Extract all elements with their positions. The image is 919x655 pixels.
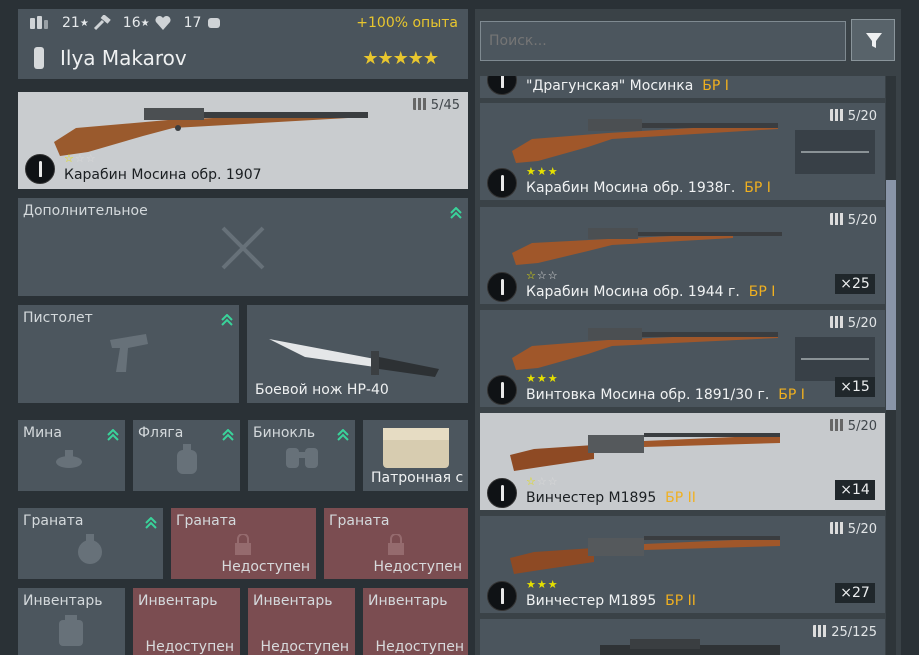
quality-stars: ★★★ (526, 372, 559, 385)
weapon-list-item[interactable]: 5/20 ☆☆☆ Карабин Мосина обр. 1944 г. БР … (480, 207, 885, 304)
battle-rating: БР I (778, 387, 805, 403)
quantity-badge: ×14 (835, 480, 875, 500)
quality-stars: ☆☆☆ (526, 269, 559, 282)
weapon-list-item[interactable]: 25/125 (480, 619, 885, 655)
fist-icon (208, 18, 221, 28)
rifle-image (510, 536, 780, 574)
weapon-list-item[interactable]: "Драгунская" Мосинка БР I (480, 76, 885, 98)
soldier-header: 21 ★ 16 ★ 17 +100% опыта Ilya Makarov ★★★★… (18, 9, 468, 79)
quantity-badge: ×27 (835, 583, 875, 603)
weapon-list-item-selected[interactable]: 5/20 ☆☆☆ Винчестер M1895 БР II ×14 (480, 413, 885, 510)
bayonet-mod-thumbnail (795, 337, 875, 381)
soldier-icon (34, 47, 44, 69)
ammo-count: 5/20 (829, 522, 877, 537)
ammo-value: 5/20 (847, 213, 877, 228)
quality-stars: ★★★ (526, 165, 559, 178)
weapon-name-line: Карабин Мосина обр. 1944 г. БР I (526, 284, 775, 300)
ammo-icon (30, 16, 48, 29)
quality-stars: ★★★ (526, 578, 559, 591)
bayonet-mod-thumbnail (795, 130, 875, 174)
hammer-icon (93, 15, 111, 31)
quantity-badge: ×25 (835, 274, 875, 294)
bullet-icon (487, 168, 517, 198)
heart-icon (155, 15, 171, 30)
weapon-name: Винчестер M1895 (526, 593, 657, 609)
weapon-name-line: "Драгунская" Мосинка БР I (526, 78, 729, 94)
bullet-icon (487, 478, 517, 508)
smg-image (600, 639, 780, 655)
battle-rating: БР I (744, 180, 771, 196)
quality-stars: ☆☆☆ (526, 475, 559, 488)
battle-rating: БР I (702, 78, 729, 94)
exp-bonus: +100% опыта (356, 15, 458, 31)
ammo-count: 5/20 (829, 213, 877, 228)
ammo-value: 25/125 (831, 625, 877, 640)
weapon-name: Винтовка Мосина обр. 1891/30 г. (526, 387, 770, 403)
bullet-icon (487, 581, 517, 611)
ammo-value: 5/20 (847, 419, 877, 434)
weapon-list-item[interactable]: 5/20 ★★★ Винтовка Мосина обр. 1891/30 г.… (480, 310, 885, 407)
battle-rating: БР II (665, 593, 696, 609)
battle-rating: БР I (748, 284, 776, 300)
rank-stars: ★★★★★ (362, 48, 439, 69)
stats-row: 21 ★ 16 ★ 17 (28, 15, 223, 31)
rifle-image (510, 433, 780, 471)
weapon-name: "Драгунская" Мосинка (526, 78, 694, 94)
weapon-name-line: Карабин Мосина обр. 1938г. БР I (526, 180, 771, 196)
ammo-count: 5/20 (829, 419, 877, 434)
stat-value: 21 (62, 15, 80, 31)
ammo-value: 5/20 (847, 522, 877, 537)
weapon-name-line: Винчестер M1895 БР II (526, 490, 696, 506)
quantity-badge: ×15 (835, 377, 875, 397)
ammo-value: 5/20 (847, 109, 877, 124)
star-icon: ★ (79, 17, 89, 29)
ammo-count: 25/125 (813, 625, 877, 640)
filter-icon (866, 33, 882, 48)
bullet-icon (487, 272, 517, 302)
ammo-count: 5/20 (829, 316, 877, 331)
weapon-name-line: Винчестер M1895 БР II (526, 593, 696, 609)
search-input[interactable] (480, 21, 846, 61)
rifle-image (512, 328, 778, 370)
weapon-name: Винчестер M1895 (526, 490, 657, 506)
weapon-name-line: Винтовка Мосина обр. 1891/30 г. БР I (526, 387, 805, 403)
rifle-image (512, 119, 778, 163)
weapon-list-item[interactable]: 5/20 ★★★ Карабин Мосина обр. 1938г. БР I (480, 103, 885, 200)
bullet-icon (487, 375, 517, 405)
ammo-value: 5/20 (847, 316, 877, 331)
stat-value: 17 (183, 15, 202, 31)
weapon-list-item[interactable]: 5/20 ★★★ Винчестер M1895 БР II ×27 (480, 516, 885, 613)
star-icon: ★ (140, 17, 150, 29)
soldier-name: Ilya Makarov (60, 46, 187, 70)
weapon-name: Карабин Мосина обр. 1944 г. (526, 284, 740, 300)
ammo-count: 5/20 (829, 109, 877, 124)
weapon-name: Карабин Мосина обр. 1938г. (526, 180, 736, 196)
filter-button[interactable] (851, 19, 895, 61)
weapon-list: "Драгунская" Мосинка БР I 5/20 ★★★ Караб… (0, 76, 919, 655)
battle-rating: БР II (665, 490, 696, 506)
bullet-icon (487, 76, 517, 95)
stat-value: 16 (122, 15, 141, 31)
rifle-image (512, 228, 782, 265)
